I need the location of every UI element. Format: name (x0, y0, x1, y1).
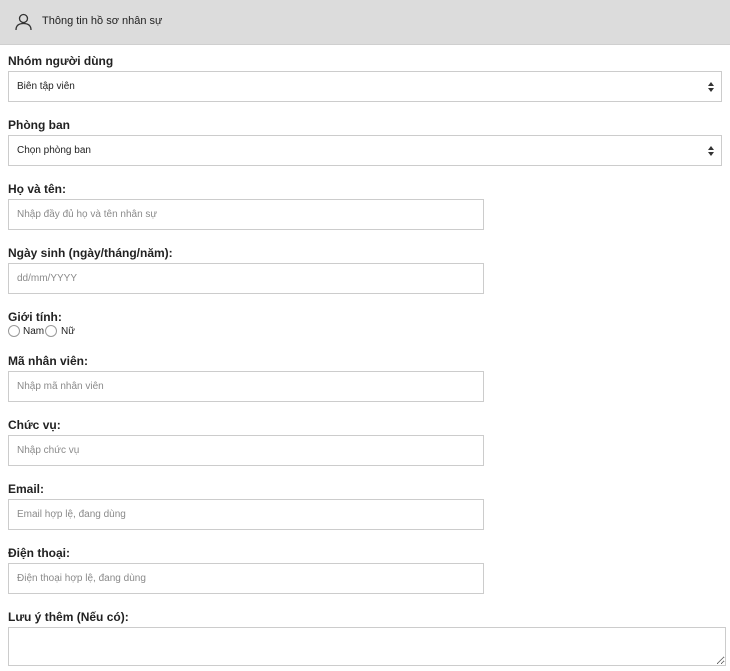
full-name-label: Họ và tên: (8, 182, 67, 196)
birthday-input[interactable] (8, 263, 484, 294)
phone-input[interactable] (8, 563, 484, 594)
page-header: Thông tin hồ sơ nhân sự (0, 0, 730, 45)
employee-code-input[interactable] (8, 371, 484, 402)
gender-radio-nu-label[interactable]: Nữ (61, 326, 75, 337)
position-label: Chức vụ: (8, 418, 61, 432)
select-arrows-icon (708, 82, 714, 92)
email-label: Email: (8, 482, 45, 496)
full-name-input[interactable] (8, 199, 484, 230)
gender-radio-nam-label[interactable]: Nam (23, 326, 44, 337)
user-group-selected-value: Biên tập viên (17, 81, 75, 92)
gender-label: Giới tính: (8, 310, 62, 324)
notes-textarea[interactable] (8, 627, 726, 666)
department-label: Phòng ban (8, 118, 70, 132)
position-input[interactable] (8, 435, 484, 466)
department-selected-value: Chọn phòng ban (17, 145, 91, 156)
user-group-label: Nhóm người dùng (8, 54, 114, 68)
select-arrows-icon (708, 146, 714, 156)
email-input[interactable] (8, 499, 484, 530)
birthday-label: Ngày sinh (ngày/tháng/năm): (8, 246, 173, 260)
department-select[interactable]: Chọn phòng ban (8, 135, 722, 166)
user-icon (15, 13, 32, 31)
notes-label: Lưu ý thêm (Nếu có): (8, 610, 129, 624)
phone-label: Điện thoại: (8, 546, 70, 560)
gender-radio-nu[interactable] (45, 325, 57, 337)
employee-code-label: Mã nhân viên: (8, 354, 89, 368)
page-title: Thông tin hồ sơ nhân sự (42, 15, 163, 27)
user-group-select[interactable]: Biên tập viên (8, 71, 722, 102)
gender-radio-nam[interactable] (8, 325, 20, 337)
